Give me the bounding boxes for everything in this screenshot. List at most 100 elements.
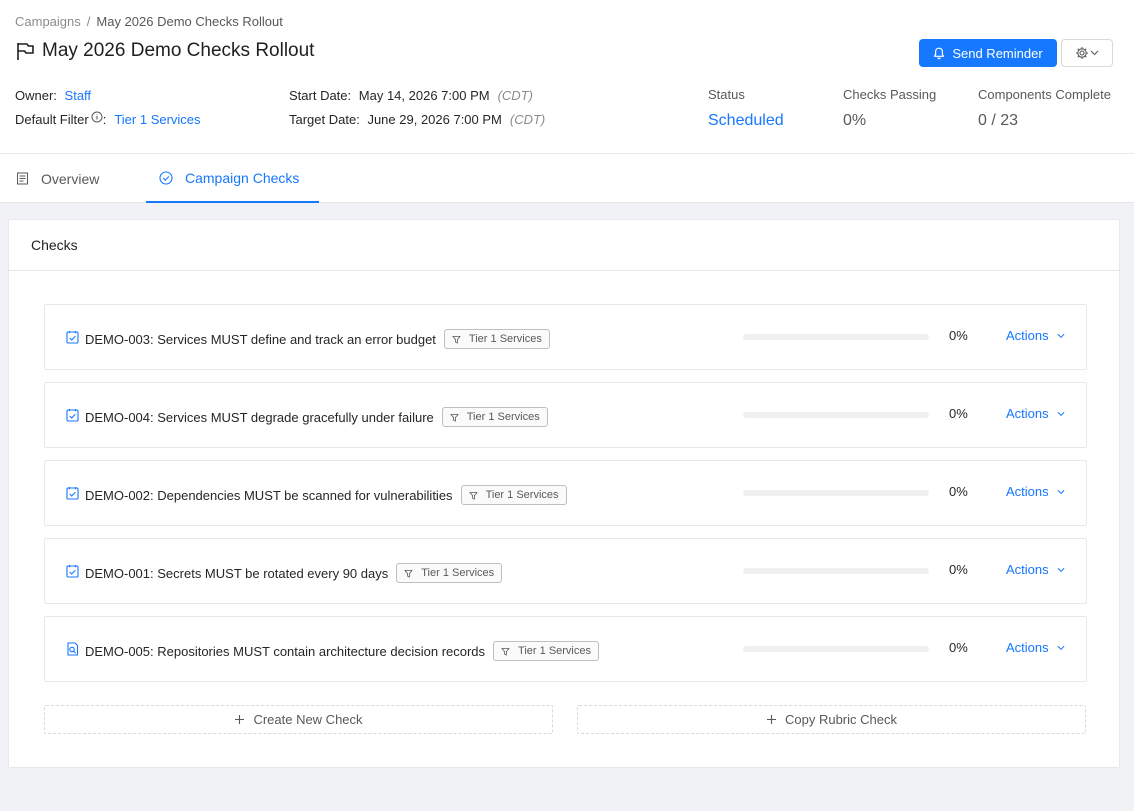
owner-label: Owner [15,88,54,103]
check-percent: 0% [949,562,968,577]
filter-icon [452,335,465,344]
check-progress-bar [743,412,929,418]
check-circle-icon [159,170,173,185]
check-progress-bar [743,334,929,340]
check-row[interactable]: DEMO-005: Repositories MUST contain arch… [44,616,1087,682]
check-name-container: DEMO-003: Services MUST define and track… [85,329,550,349]
tab-campaign-checks-label: Campaign Checks [185,169,300,186]
check-row[interactable]: DEMO-003: Services MUST define and track… [44,304,1087,370]
target-date-value: June 29, 2026 7:00 PM [367,112,502,127]
check-percent: 0% [949,406,968,421]
start-date-field: Start Date: May 14, 2026 7:00 PM (CDT) [289,88,533,103]
chevron-down-icon [1053,645,1065,651]
check-progress-bar [743,568,929,574]
target-date-field: Target Date: June 29, 2026 7:00 PM (CDT) [289,112,545,127]
check-row[interactable]: DEMO-001: Secrets MUST be rotated every … [44,538,1087,604]
check-name[interactable]: DEMO-004: Services MUST degrade graceful… [85,410,434,425]
tab-bar: Overview Campaign Checks [0,154,1134,203]
document-icon [17,172,28,185]
filter-tag-label: Tier 1 Services [466,411,540,423]
send-reminder-label: Send Reminder [952,45,1043,61]
chevron-down-icon [1053,333,1065,339]
breadcrumb-root-link[interactable]: Campaigns [15,14,81,29]
page-header: Campaigns / May 2026 Demo Checks Rollout M… [0,0,1134,154]
checks-card: Checks DEMO-003: Services MUST define an… [8,219,1120,768]
actions-dropdown[interactable]: Actions [1006,406,1065,421]
tab-campaign-checks[interactable]: Campaign Checks [146,154,319,203]
colon: : [102,112,107,127]
tab-overview-label: Overview [41,170,100,187]
filter-icon [450,413,463,422]
target-date-label: Target Date [289,112,357,127]
check-percent: 0% [949,484,968,499]
check-percent: 0% [949,640,968,655]
status-label: Status [708,87,745,102]
status-value: Scheduled [708,112,784,129]
page-title: May 2026 Demo Checks Rollout [42,40,315,61]
filter-icon [469,491,482,500]
filter-tag: Tier 1 Services [460,485,567,505]
start-date-label: Start Date [289,88,348,103]
start-date-value: May 14, 2026 7:00 PM [358,88,490,103]
plus-icon [767,715,776,724]
checks-card-title: Checks [9,220,1119,271]
chevron-down-icon [1053,411,1065,417]
info-icon[interactable] [91,111,103,123]
plus-icon [235,715,245,724]
filter-icon [404,569,417,578]
actions-dropdown[interactable]: Actions [1006,328,1065,343]
check-row[interactable]: DEMO-002: Dependencies MUST be scanned f… [44,460,1087,526]
components-complete-stat: Components Complete 0 / 23 [978,87,1111,130]
colon: : [347,88,352,103]
breadcrumb: Campaigns / May 2026 Demo Checks Rollout [15,14,283,29]
default-filter-label: Default Filter [15,112,89,127]
actions-dropdown[interactable]: Actions [1006,562,1065,577]
check-row[interactable]: DEMO-004: Services MUST degrade graceful… [44,382,1087,448]
check-square-icon [66,330,79,344]
check-progress-bar [743,490,929,496]
components-complete-label: Components Complete [978,87,1111,102]
actions-label: Actions [1006,484,1049,499]
default-filter-field: Default Filter : Tier 1 Services [15,111,201,127]
tab-overview[interactable]: Overview [16,154,101,203]
colon: : [356,112,360,127]
check-name[interactable]: DEMO-002: Dependencies MUST be scanned f… [85,488,453,503]
check-square-icon [66,564,79,578]
chevron-down-icon [1053,489,1065,495]
document-search-icon [66,642,79,656]
actions-dropdown[interactable]: Actions [1006,640,1065,655]
create-new-check-label: Create New Check [253,712,363,727]
actions-label: Actions [1006,406,1049,421]
status-stat: Status Scheduled [708,87,784,130]
target-date-timezone: (CDT) [509,112,546,127]
settings-dropdown-button[interactable] [1061,39,1113,67]
default-filter-value-link[interactable]: Tier 1 Services [114,112,200,127]
filter-icon [501,647,514,656]
filter-tag-label: Tier 1 Services [485,489,559,501]
check-percent: 0% [949,328,968,343]
check-name[interactable]: DEMO-003: Services MUST define and track… [85,332,436,347]
owner-field: Owner: Staff [15,88,91,103]
create-new-check-button[interactable]: Create New Check [44,705,553,734]
gear-icon [1076,47,1088,59]
title-row: May 2026 Demo Checks Rollout [15,40,314,62]
filter-tag: Tier 1 Services [443,329,550,349]
check-name-container: DEMO-001: Secrets MUST be rotated every … [85,563,503,583]
check-square-icon [66,408,79,422]
copy-rubric-check-label: Copy Rubric Check [785,712,897,727]
actions-label: Actions [1006,640,1049,655]
actions-dropdown[interactable]: Actions [1006,484,1065,499]
flag-icon [17,43,34,60]
check-name[interactable]: DEMO-001: Secrets MUST be rotated every … [85,566,388,581]
start-date-timezone: (CDT) [497,88,533,103]
check-name-container: DEMO-004: Services MUST degrade graceful… [85,407,548,427]
owner-value-link[interactable]: Staff [65,88,92,103]
filter-tag: Tier 1 Services [396,563,503,583]
filter-tag: Tier 1 Services [493,641,599,661]
copy-rubric-check-button[interactable]: Copy Rubric Check [577,705,1086,734]
send-reminder-button[interactable]: Send Reminder [919,39,1057,67]
bell-icon [934,47,945,59]
check-square-icon [66,486,79,500]
check-name[interactable]: DEMO-005: Repositories MUST contain arch… [85,644,485,659]
breadcrumb-current: May 2026 Demo Checks Rollout [96,14,283,29]
